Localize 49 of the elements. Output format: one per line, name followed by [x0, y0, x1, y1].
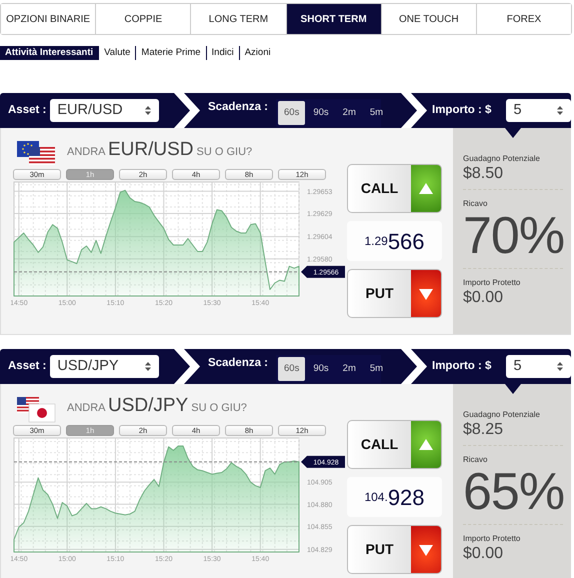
category-link[interactable]: Attività Interessanti	[0, 46, 98, 60]
updown-icon	[144, 105, 152, 116]
stat-value: 70%	[463, 210, 563, 262]
asset-select[interactable]: USD/JPY	[50, 355, 159, 378]
updown-icon	[556, 105, 564, 116]
field-label: Importo : $	[432, 102, 492, 118]
expiry-option[interactable]: 5m	[364, 101, 390, 125]
call-button[interactable]: CALL	[347, 420, 442, 469]
flags-icon	[15, 394, 57, 424]
question-title: ANDRA USD/JPY SU O GIU?	[67, 394, 247, 418]
stat-value: 65%	[463, 466, 563, 518]
stat-label: Ricavo	[463, 454, 488, 466]
field-label: Importo : $	[432, 358, 492, 374]
updown-icon	[556, 361, 564, 372]
stat-value: $8.25	[463, 421, 504, 440]
amount-select[interactable]: 5	[506, 355, 571, 378]
expiry-option[interactable]: 60s	[278, 357, 306, 381]
expiry-option[interactable]: 2m	[336, 357, 362, 381]
expiry-option[interactable]: 60s	[278, 101, 306, 125]
stat-label: Importo Protetto	[463, 277, 522, 290]
nav-tab[interactable]: OPZIONI BINARIE	[1, 4, 96, 34]
field-label: Scadenza :	[208, 356, 268, 371]
flags-icon	[15, 138, 57, 168]
expiry-option[interactable]: 90s	[307, 101, 335, 125]
expiry-option[interactable]: 2m	[336, 101, 362, 125]
expiry-option[interactable]: 90s	[307, 357, 335, 381]
field-label: Scadenza :	[208, 100, 268, 115]
field-label: Asset :	[8, 102, 46, 118]
put-button[interactable]: PUT	[347, 269, 442, 318]
call-button[interactable]: CALL	[347, 164, 442, 213]
stat-value: $0.00	[463, 545, 504, 564]
stat-label: Importo Protetto	[463, 533, 522, 546]
category-link[interactable]: Indici	[206, 46, 239, 60]
stat-label: Ricavo	[463, 198, 488, 210]
stat-value: $0.00	[463, 289, 504, 308]
stat-label: Guadagno Potenziale	[463, 409, 541, 421]
category-link[interactable]: Valute	[98, 46, 136, 60]
field-label: Asset :	[8, 358, 46, 374]
question-title: ANDRA EUR/USD SU O GIU?	[67, 138, 252, 162]
stat-value: $8.50	[463, 165, 504, 184]
expiry-option[interactable]: 5m	[364, 357, 390, 381]
nav-tab[interactable]: SHORT TERM	[286, 4, 382, 34]
category-link[interactable]: Azioni	[238, 46, 276, 60]
category-link[interactable]: Materie Prime	[135, 46, 206, 60]
stat-label: Guadagno Potenziale	[463, 153, 541, 165]
updown-icon	[144, 361, 152, 372]
asset-select[interactable]: EUR/USD	[50, 99, 159, 122]
amount-select[interactable]: 5	[506, 99, 571, 122]
put-button[interactable]: PUT	[347, 525, 442, 574]
